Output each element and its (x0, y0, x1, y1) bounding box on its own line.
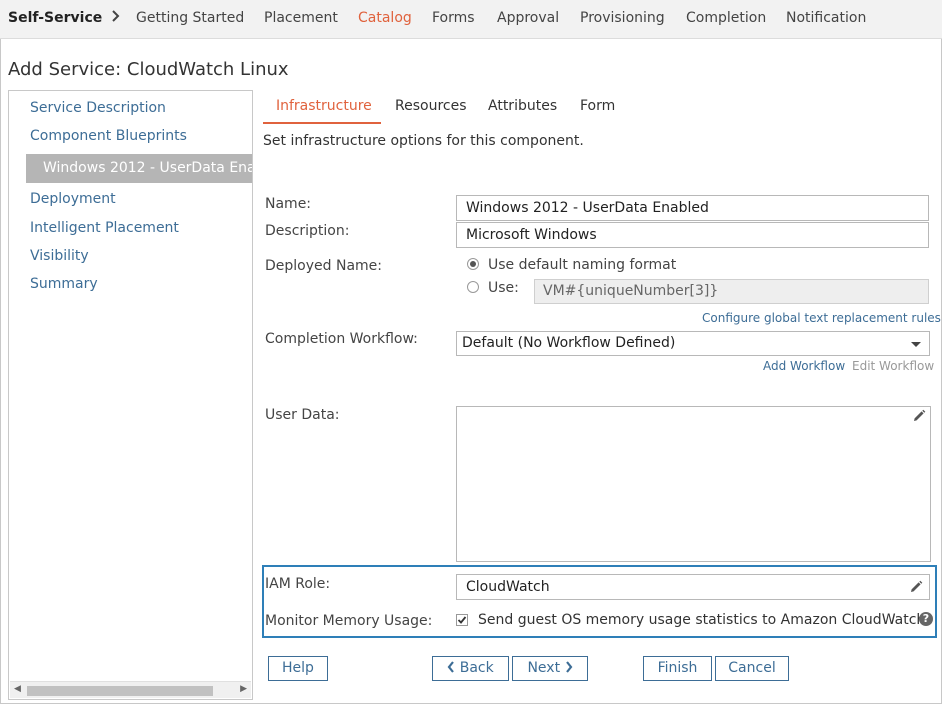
scrollbar-thumb[interactable] (27, 686, 213, 696)
brand-link[interactable]: Self-Service (8, 10, 102, 26)
completion-workflow-label: Completion Workflow: (265, 331, 418, 347)
completion-workflow-select[interactable]: Default (No Workflow Defined) (456, 331, 930, 356)
nav-forms[interactable]: Forms (432, 10, 475, 26)
nav-provisioning[interactable]: Provisioning (580, 10, 665, 26)
step-summary[interactable]: Summary (30, 276, 98, 292)
user-data-label: User Data: (265, 407, 340, 423)
monitor-memory-checkbox-label: Send guest OS memory usage statistics to… (478, 612, 926, 628)
radio-custom-naming[interactable]: Use: (467, 280, 519, 296)
tab-infrastructure[interactable]: Infrastructure (276, 98, 372, 114)
tab-form[interactable]: Form (580, 98, 615, 114)
scroll-left-icon[interactable]: ◀ (14, 684, 21, 694)
deployed-name-label: Deployed Name: (265, 258, 382, 274)
tab-attributes[interactable]: Attributes (488, 98, 557, 114)
monitor-memory-checkbox[interactable] (456, 614, 468, 626)
nav-notification[interactable]: Notification (786, 10, 866, 26)
wizard-steps-panel: Service Description Component Blueprints… (8, 90, 253, 700)
description-input[interactable]: Microsoft Windows (456, 222, 929, 248)
configure-replacement-rules-link[interactable]: Configure global text replacement rules (702, 311, 941, 325)
cancel-button[interactable]: Cancel (715, 656, 789, 681)
step-component-blueprints[interactable]: Component Blueprints (30, 128, 187, 144)
radio-default-label: Use default naming format (488, 257, 677, 273)
step-selected-blueprint[interactable]: Windows 2012 - UserData Enabled (26, 154, 252, 183)
horizontal-scrollbar[interactable]: ◀ ▶ (10, 681, 251, 698)
step-visibility[interactable]: Visibility (30, 248, 89, 264)
back-button-label: Back (459, 660, 494, 676)
chevron-right-icon (565, 660, 573, 676)
chevron-down-icon (911, 342, 921, 347)
scroll-right-icon[interactable]: ▶ (240, 684, 247, 694)
next-button[interactable]: Next (512, 656, 588, 681)
custom-name-input: VM#{uniqueNumber[3]} (534, 279, 929, 304)
name-label: Name: (265, 196, 312, 212)
next-button-label: Next (527, 660, 561, 676)
help-button[interactable]: Help (268, 656, 328, 681)
help-circle-icon[interactable]: ? (919, 612, 933, 626)
active-tab-indicator (263, 122, 381, 124)
step-service-description[interactable]: Service Description (30, 100, 166, 116)
back-button[interactable]: Back (432, 656, 509, 681)
chevron-left-icon (447, 660, 455, 676)
pencil-icon[interactable] (909, 578, 923, 592)
completion-workflow-value: Default (No Workflow Defined) (462, 335, 676, 351)
top-navigation: Self-Service Getting Started Placement C… (0, 0, 942, 39)
nav-completion[interactable]: Completion (686, 10, 766, 26)
iam-role-label: IAM Role: (265, 576, 331, 592)
step-deployment[interactable]: Deployment (30, 191, 116, 207)
nav-approval[interactable]: Approval (497, 10, 559, 26)
chevron-right-icon (111, 9, 121, 27)
radio-unselected-icon[interactable] (467, 281, 479, 293)
edit-workflow-link: Edit Workflow (852, 359, 935, 373)
nav-placement[interactable]: Placement (264, 10, 338, 26)
finish-button[interactable]: Finish (643, 656, 712, 681)
nav-getting-started[interactable]: Getting Started (136, 10, 244, 26)
monitor-memory-label: Monitor Memory Usage: (265, 613, 433, 629)
nav-catalog[interactable]: Catalog (358, 10, 412, 26)
radio-default-naming[interactable]: Use default naming format (467, 257, 676, 273)
intro-text: Set infrastructure options for this comp… (263, 133, 584, 149)
name-input[interactable]: Windows 2012 - UserData Enabled (456, 195, 929, 221)
page-title: Add Service: CloudWatch Linux (8, 59, 289, 80)
add-workflow-link[interactable]: Add Workflow (763, 359, 845, 373)
user-data-textarea[interactable] (456, 406, 931, 562)
description-label: Description: (265, 223, 350, 239)
iam-role-input[interactable]: CloudWatch (456, 574, 930, 600)
radio-selected-icon[interactable] (467, 258, 479, 270)
step-intelligent-placement[interactable]: Intelligent Placement (30, 220, 179, 236)
tab-resources[interactable]: Resources (395, 98, 467, 114)
radio-use-label: Use: (488, 280, 519, 296)
iam-role-value: CloudWatch (466, 579, 550, 595)
pencil-icon[interactable] (912, 409, 926, 423)
